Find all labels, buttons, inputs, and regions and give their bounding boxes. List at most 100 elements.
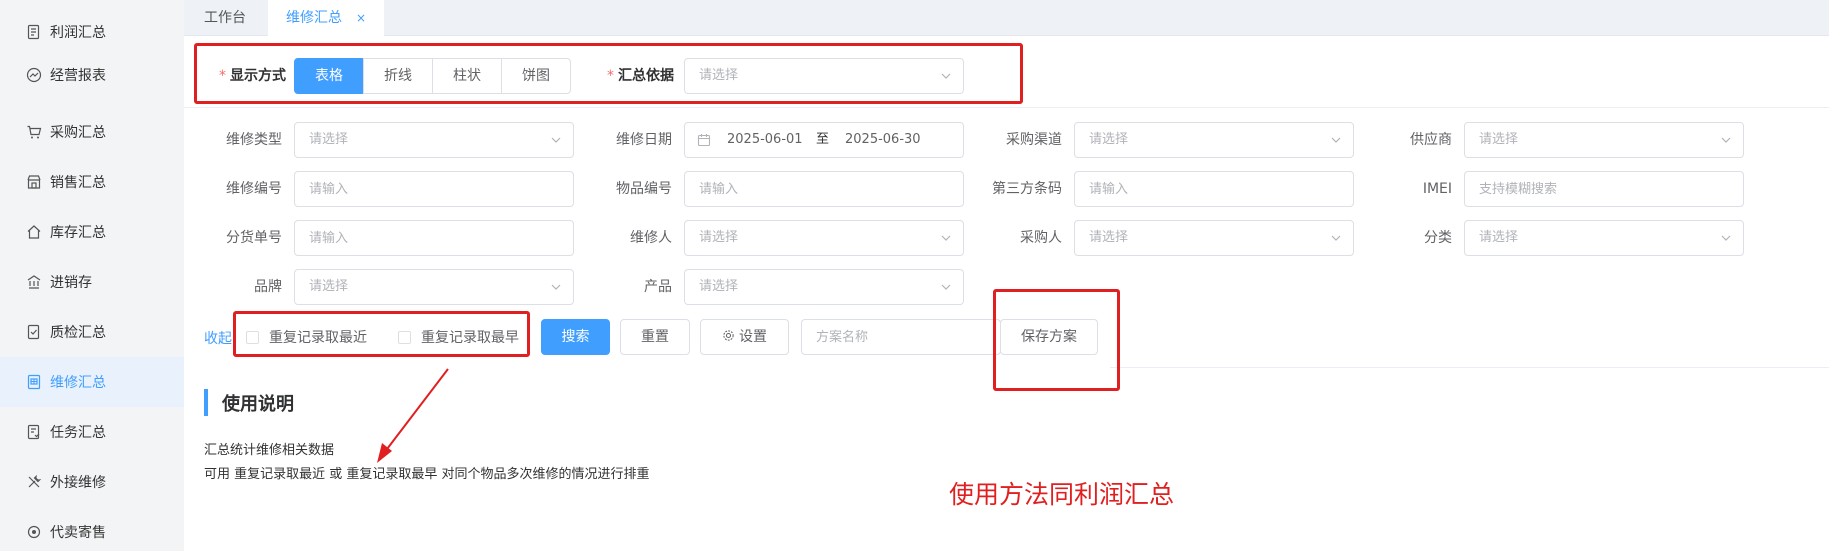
sidebar-item-label: 维修汇总 (50, 375, 106, 391)
imei-label: IMEI (1422, 181, 1452, 197)
usage-line-2: 可用 重复记录取最近 或 重复记录取最早 对同个物品多次维修的情况进行排重 (204, 467, 650, 482)
chevron-down-icon (551, 282, 561, 292)
bank-icon (26, 274, 42, 290)
dedup-latest-checkbox[interactable]: 重复记录取最近 (246, 319, 367, 355)
product-select[interactable]: 请选择 (684, 269, 964, 305)
plan-name-input[interactable] (801, 319, 1001, 355)
collapse-link[interactable]: 收起 (204, 328, 232, 348)
tab-repair-summary[interactable]: 维修汇总 × (268, 0, 384, 36)
sidebar-item-psi[interactable]: 进销存 (0, 257, 184, 307)
summary-basis-label: * 汇总依据 (607, 68, 674, 84)
sidebar-item-consignment[interactable]: 代卖寄售 (0, 507, 184, 551)
chevron-down-icon (1331, 135, 1341, 145)
sidebar-item-label: 采购汇总 (50, 125, 106, 141)
brand-select[interactable]: 请选择 (294, 269, 574, 305)
repair-type-label: 维修类型 (226, 132, 282, 148)
brand-label: 品牌 (254, 279, 282, 295)
sidebar-item-inventory[interactable]: 库存汇总 (0, 207, 184, 257)
task-icon (26, 424, 42, 440)
home-icon (26, 224, 42, 240)
summary-basis-select[interactable]: 请选择 (684, 58, 964, 94)
search-button[interactable]: 搜索 (541, 319, 610, 355)
sidebar-item-label: 任务汇总 (50, 425, 106, 441)
tab-bar: 工作台 维修汇总 × (184, 0, 1829, 36)
third-party-code-label: 第三方条码 (992, 181, 1062, 197)
sidebar-item-business-report[interactable]: 经营报表 (0, 50, 184, 100)
tab-workbench[interactable]: 工作台 (204, 0, 246, 36)
sidebar-item-task[interactable]: 任务汇总 (0, 407, 184, 457)
third-party-code-input[interactable] (1074, 171, 1354, 207)
supplier-select[interactable]: 请选择 (1464, 122, 1744, 158)
checkbox-box[interactable] (246, 330, 259, 344)
purchase-channel-label: 采购渠道 (1006, 132, 1062, 148)
date-end[interactable]: 2025-06-30 (845, 123, 921, 157)
repairer-label: 维修人 (630, 230, 672, 246)
gear-icon (722, 321, 735, 341)
category-label: 分类 (1424, 230, 1452, 246)
sidebar-item-label: 质检汇总 (50, 325, 106, 341)
chevron-down-icon (941, 233, 951, 243)
grid-doc-icon (26, 374, 42, 390)
chevron-down-icon (551, 135, 561, 145)
doc-check-icon (26, 324, 42, 340)
repair-date-range[interactable]: 2025-06-01 至 2025-06-30 (684, 122, 964, 158)
close-icon[interactable]: × (356, 0, 366, 36)
display-mode-label: * 显示方式 (219, 68, 286, 84)
dedup-earliest-checkbox[interactable]: 重复记录取最早 (398, 319, 519, 355)
display-option-pie[interactable]: 饼图 (501, 58, 571, 94)
sub-order-no-label: 分货单号 (226, 230, 282, 246)
repair-no-input[interactable] (294, 171, 574, 207)
checkbox-box[interactable] (398, 330, 411, 344)
tools-icon (26, 474, 42, 490)
sidebar-item-purchase[interactable]: 采购汇总 (0, 107, 184, 157)
sidebar-item-label: 外接维修 (50, 475, 106, 491)
divider (1110, 367, 1829, 368)
settings-button[interactable]: 设置 (700, 319, 789, 355)
sidebar-item-qc[interactable]: 质检汇总 (0, 307, 184, 357)
display-option-table[interactable]: 表格 (294, 58, 364, 94)
usage-title: 使用说明 (222, 394, 294, 415)
date-start[interactable]: 2025-06-01 (727, 123, 803, 157)
shop-icon (26, 174, 42, 190)
save-plan-button[interactable]: 保存方案 (1000, 319, 1098, 355)
chevron-down-icon (1721, 233, 1731, 243)
purchaser-select[interactable]: 请选择 (1074, 220, 1354, 256)
sub-order-no-input[interactable] (294, 220, 574, 256)
dedup-earliest-label: 重复记录取最早 (421, 330, 519, 346)
cart-icon (26, 124, 42, 140)
annotation-arrow (377, 368, 449, 463)
trend-icon (26, 67, 42, 83)
chevron-down-icon (941, 71, 951, 81)
category-select[interactable]: 请选择 (1464, 220, 1744, 256)
sidebar-item-repair-summary[interactable]: 维修汇总 (0, 357, 184, 407)
purchaser-label: 采购人 (1020, 230, 1062, 246)
divider (184, 107, 1829, 108)
sidebar-item-label: 销售汇总 (50, 175, 106, 191)
report-icon (26, 24, 42, 40)
chevron-down-icon (1331, 233, 1341, 243)
dedup-latest-label: 重复记录取最近 (269, 330, 367, 346)
product-label: 产品 (644, 279, 672, 295)
annotation-note: 使用方法同利润汇总 (949, 480, 1175, 509)
item-no-input[interactable] (684, 171, 964, 207)
sidebar-item-label: 利润汇总 (50, 25, 106, 41)
repair-type-select[interactable]: 请选择 (294, 122, 574, 158)
repairer-select[interactable]: 请选择 (684, 220, 964, 256)
section-accent-bar (204, 389, 208, 416)
display-option-line[interactable]: 折线 (363, 58, 433, 94)
chevron-down-icon (1721, 135, 1731, 145)
tab-label: 维修汇总 (286, 10, 342, 26)
date-separator: 至 (816, 132, 830, 147)
sidebar: 利润汇总 经营报表 采购汇总 销售汇总 库存汇总 进销存 质检汇总 维修汇总 任… (0, 0, 184, 551)
calendar-icon (697, 133, 711, 147)
display-option-bar[interactable]: 柱状 (432, 58, 502, 94)
reset-button[interactable]: 重置 (620, 319, 690, 355)
purchase-channel-select[interactable]: 请选择 (1074, 122, 1354, 158)
repair-date-label: 维修日期 (616, 132, 672, 148)
sidebar-item-external-repair[interactable]: 外接维修 (0, 457, 184, 507)
supplier-label: 供应商 (1410, 132, 1452, 148)
item-no-label: 物品编号 (616, 181, 672, 197)
sidebar-item-label: 库存汇总 (50, 225, 106, 241)
sidebar-item-sales[interactable]: 销售汇总 (0, 157, 184, 207)
imei-input[interactable] (1464, 171, 1744, 207)
